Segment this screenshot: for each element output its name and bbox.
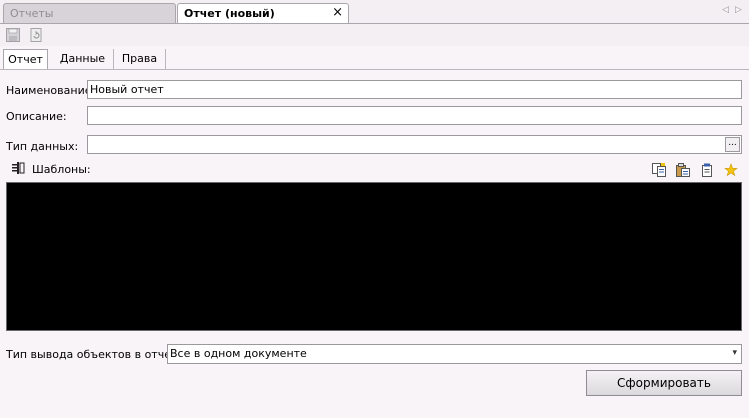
description-input[interactable]: [87, 106, 742, 125]
tab-label: Данные: [59, 52, 106, 65]
doc-tab-new-report[interactable]: Отчет (новый) ×: [177, 3, 349, 24]
document-tab-strip: Отчеты Отчет (новый) × ◁ ▷: [0, 0, 749, 24]
doc-tab-label: Отчеты: [10, 7, 54, 20]
paste-icon[interactable]: [675, 162, 691, 178]
scroll-left-icon[interactable]: ◁: [722, 5, 729, 15]
inner-tab-divider: [0, 69, 749, 70]
tab-rights[interactable]: Права: [114, 49, 166, 69]
chevron-down-icon: ▾: [732, 348, 737, 358]
doc-tab-reports[interactable]: Отчеты: [3, 3, 176, 23]
name-input[interactable]: Новый отчет: [87, 80, 742, 99]
refresh-icon[interactable]: [28, 27, 44, 43]
toolbar: [0, 24, 749, 46]
templates-label: Шаблоны:: [32, 163, 91, 176]
save-icon[interactable]: [5, 27, 21, 43]
output-type-label: Тип вывода объектов в отчет:: [6, 348, 182, 361]
templates-editor[interactable]: [6, 182, 742, 331]
generate-report-label: Сформировать: [617, 376, 711, 390]
output-type-value: Все в одном документе: [170, 347, 307, 360]
datatype-browse-button[interactable]: ...: [725, 137, 740, 152]
datatype-label: Тип данных:: [6, 140, 79, 153]
doc-tab-label: Отчет (новый): [184, 7, 275, 20]
name-label: Наименование:: [6, 84, 96, 97]
tab-label: Отчет: [8, 53, 43, 66]
star-icon[interactable]: [723, 162, 739, 178]
properties-icon[interactable]: [699, 162, 715, 178]
copy-icon[interactable]: [651, 162, 667, 178]
datatype-input[interactable]: [87, 135, 742, 154]
generate-report-button[interactable]: Сформировать: [586, 370, 742, 396]
name-value: Новый отчет: [90, 83, 164, 96]
tab-report[interactable]: Отчет: [3, 49, 48, 70]
tab-data[interactable]: Данные: [52, 49, 114, 69]
templates-icon: [11, 161, 25, 175]
close-icon[interactable]: ×: [332, 5, 343, 20]
output-type-select[interactable]: Все в одном документе ▾: [167, 344, 742, 364]
description-label: Описание:: [6, 110, 67, 123]
scroll-right-icon[interactable]: ▷: [735, 5, 742, 15]
tab-label: Права: [121, 52, 158, 65]
